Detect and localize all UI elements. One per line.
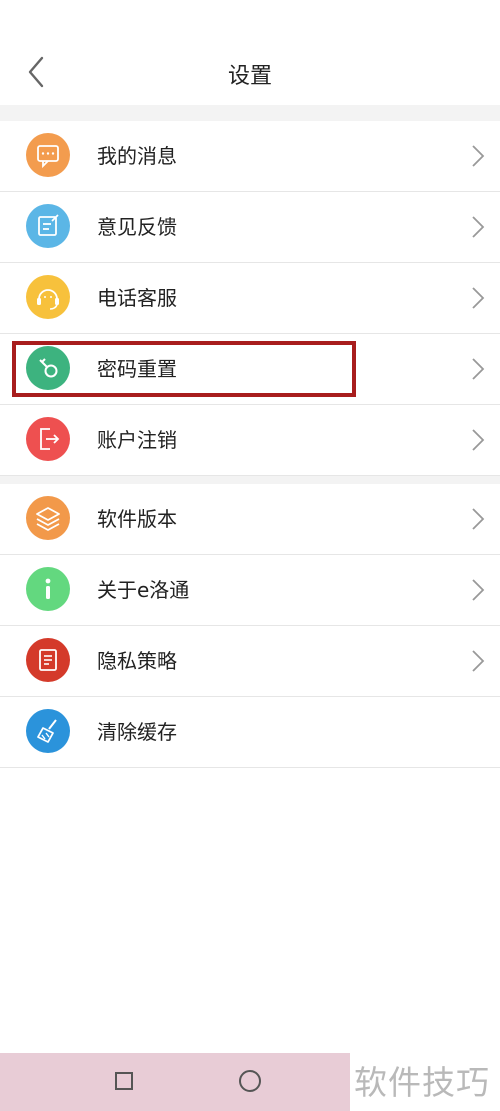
section-gap [0, 105, 500, 121]
system-nav-bar [0, 1053, 350, 1111]
settings-group-2: 软件版本 关于e洛通 隐私策略 清除缓存 [0, 484, 500, 768]
recent-apps-button[interactable] [115, 1072, 133, 1090]
headset-icon [26, 275, 70, 319]
row-label: 账户注销 [97, 428, 177, 452]
chevron-right-icon [472, 358, 485, 380]
message-icon [26, 133, 70, 177]
settings-group-1: 我的消息 意见反馈 电话客服 密码重置 账户注销 [0, 121, 500, 476]
row-password-reset[interactable]: 密码重置 [0, 334, 500, 405]
header: 设置 [0, 0, 500, 105]
row-label: 隐私策略 [97, 649, 177, 673]
chevron-right-icon [472, 216, 485, 238]
chevron-right-icon [472, 429, 485, 451]
watermark-text: 软件技巧 [354, 1063, 490, 1102]
chevron-right-icon [472, 508, 485, 530]
row-label: 我的消息 [97, 144, 177, 168]
row-software-version[interactable]: 软件版本 [0, 484, 500, 555]
section-gap [0, 476, 500, 484]
info-icon [26, 567, 70, 611]
row-label: 关于e洛通 [97, 578, 190, 602]
row-label: 电话客服 [97, 286, 177, 310]
feedback-icon [26, 204, 70, 248]
row-label: 清除缓存 [97, 720, 177, 744]
home-button[interactable] [239, 1070, 261, 1092]
document-icon [26, 638, 70, 682]
chevron-right-icon [472, 579, 485, 601]
key-icon [26, 346, 70, 390]
logout-icon [26, 417, 70, 461]
row-phone-support[interactable]: 电话客服 [0, 263, 500, 334]
chevron-right-icon [472, 287, 485, 309]
row-privacy-policy[interactable]: 隐私策略 [0, 626, 500, 697]
row-feedback[interactable]: 意见反馈 [0, 192, 500, 263]
row-my-messages[interactable]: 我的消息 [0, 121, 500, 192]
row-account-cancel[interactable]: 账户注销 [0, 405, 500, 476]
row-label: 意见反馈 [97, 215, 177, 239]
row-label: 密码重置 [97, 357, 177, 381]
broom-icon [26, 709, 70, 753]
row-clear-cache[interactable]: 清除缓存 [0, 697, 500, 768]
row-about[interactable]: 关于e洛通 [0, 555, 500, 626]
chevron-right-icon [472, 145, 485, 167]
row-label: 软件版本 [97, 507, 177, 531]
page-title: 设置 [227, 64, 272, 89]
layers-icon [26, 496, 70, 540]
chevron-right-icon [472, 650, 485, 672]
